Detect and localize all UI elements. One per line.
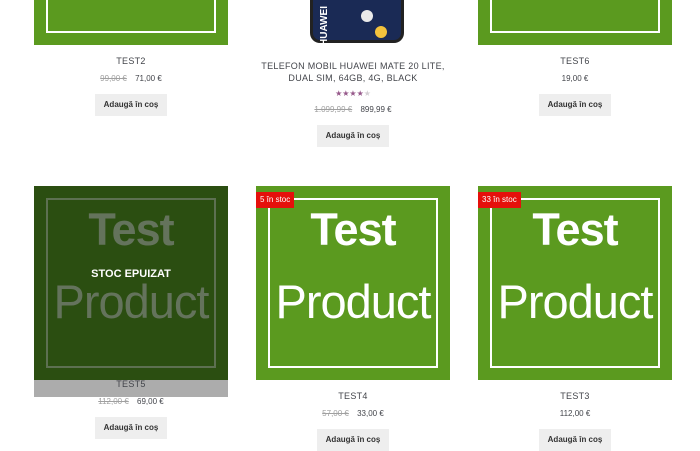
out-of-stock-label: STOC EPUIZAT [91, 268, 171, 280]
current-price: 71,00 € [135, 74, 162, 83]
image-text-line1: Test [532, 204, 618, 255]
add-to-cart-button[interactable]: Adaugă în coș [95, 94, 167, 116]
brand-logo: HUAWEI [319, 6, 330, 45]
product-title[interactable]: TEST5 [34, 378, 228, 390]
product-card: Test Product TEST6 19,00 € Adaugă în coș [478, 0, 672, 116]
product-card: Test Product TEST2 99,00 € 71,00 € Adaug… [34, 0, 228, 116]
product-price: 112,00 € [478, 409, 672, 418]
half-star-icon: ★ [356, 89, 364, 98]
out-of-stock-overlay [34, 186, 228, 380]
star-rating: ★★★★★ [256, 90, 450, 98]
old-price: 1.099,99 € [314, 105, 353, 114]
product-image[interactable]: HUAWEI [256, 0, 450, 45]
stock-badge: 5 în stoc [256, 192, 295, 208]
product-image[interactable]: Test Product 33 în stoc [478, 186, 672, 380]
product-price: 57,00 € 33,00 € [256, 409, 450, 418]
product-title[interactable]: TELEFON MOBIL HUAWEI MATE 20 LITE, DUAL … [256, 60, 450, 84]
product-card: Test Product 5 în stoc TEST4 57,00 € 33,… [256, 186, 450, 451]
product-image[interactable]: Test Product [478, 0, 672, 45]
image-text-line2: Product [497, 275, 654, 328]
product-title[interactable]: TEST2 [34, 55, 228, 67]
add-to-cart-button[interactable]: Adaugă în coș [317, 429, 389, 451]
image-frame [46, 0, 216, 33]
image-frame [490, 0, 660, 33]
product-image[interactable]: Test Product [34, 0, 228, 45]
product-title[interactable]: TEST4 [256, 390, 450, 402]
product-image[interactable]: Test Product STOC EPUIZAT [34, 186, 228, 380]
product-title[interactable]: TEST3 [478, 390, 672, 402]
product-card: HUAWEI TELEFON MOBIL HUAWEI MATE 20 LITE… [256, 0, 450, 147]
product-price: 19,00 € [478, 74, 672, 83]
current-price: 112,00 € [559, 409, 591, 418]
old-price: 112,00 € [98, 397, 129, 406]
product-image[interactable]: Test Product 5 în stoc [256, 186, 450, 380]
current-price: 899,99 € [360, 105, 392, 114]
image-text-line1: Test [310, 204, 396, 255]
add-to-cart-button[interactable]: Adaugă în coș [317, 125, 389, 147]
product-price: 1.099,99 € 899,99 € [256, 105, 450, 114]
product-price: 112,00 € 69,00 € [34, 397, 228, 406]
phone-image: HUAWEI [310, 0, 404, 45]
add-to-cart-button[interactable]: Adaugă în coș [95, 417, 167, 439]
stock-badge: 33 în stoc [478, 192, 521, 208]
current-price: 33,00 € [357, 409, 384, 418]
empty-star-icon: ★ [363, 89, 371, 98]
maps-icon [375, 26, 387, 38]
product-price: 99,00 € 71,00 € [34, 74, 228, 83]
product-title[interactable]: TEST6 [478, 55, 672, 67]
add-to-cart-button[interactable]: Adaugă în coș [539, 429, 611, 451]
image-text-line2: Product [275, 275, 432, 328]
product-card: Test Product 33 în stoc TEST3 112,00 € A… [478, 186, 672, 451]
add-to-cart-button[interactable]: Adaugă în coș [539, 94, 611, 116]
old-price: 99,00 € [100, 74, 127, 83]
old-price: 57,00 € [322, 409, 349, 418]
product-card: Test Product STOC EPUIZAT TEST5 112,00 €… [34, 186, 228, 439]
current-price: 69,00 € [137, 397, 164, 406]
current-price: 19,00 € [561, 74, 589, 83]
star-icon: ★★★ [335, 89, 357, 98]
app-icon [361, 10, 373, 22]
